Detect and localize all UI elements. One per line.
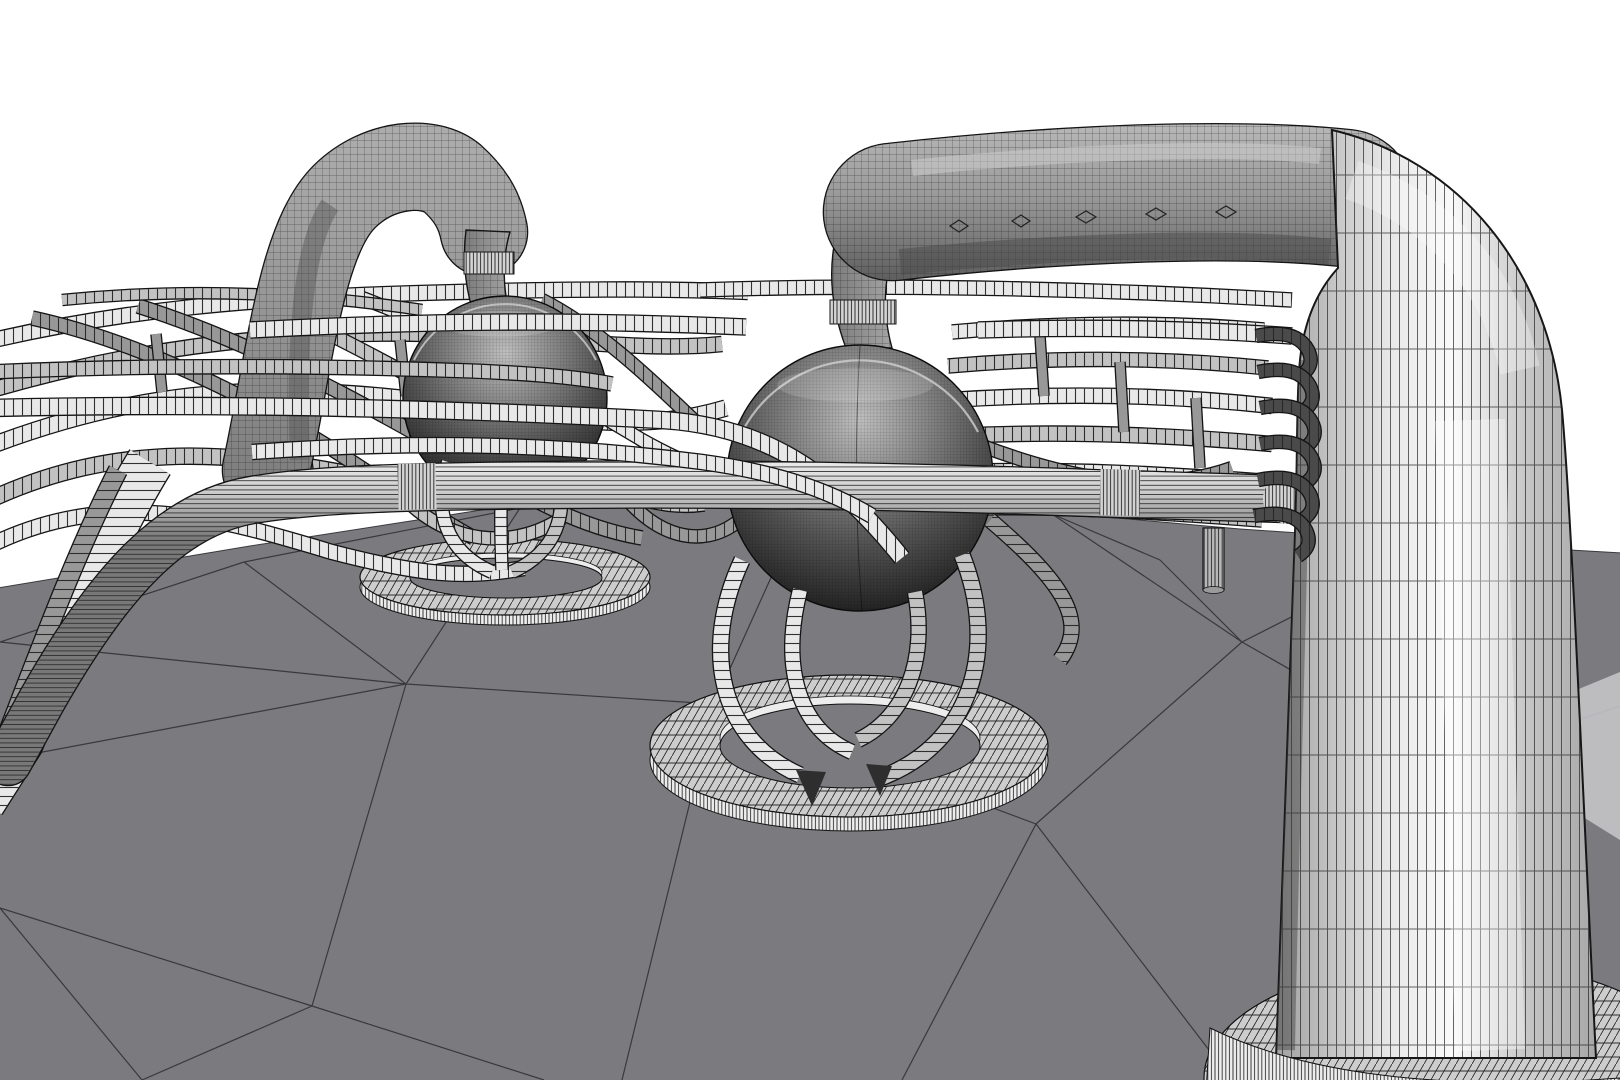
lattice-brace-layer [1191, 397, 1205, 469]
big-pipe-top-tube-layer [824, 124, 1413, 280]
small-vertical-pipe [1202, 527, 1225, 594]
pipe-collar-layer [1099, 469, 1141, 516]
sphere-highlight [777, 368, 933, 402]
lattice-brace [1190, 397, 1206, 469]
big-pipe-top-tube [822, 122, 1415, 282]
arch-neck-collar-hatch [464, 252, 514, 274]
front-rail [977, 319, 1293, 345]
render-viewport [0, 0, 1620, 1080]
front-rail [249, 313, 747, 339]
pipe-collar [1099, 469, 1141, 516]
lattice-brace-layer [1035, 335, 1049, 397]
wireframe-render [0, 0, 1620, 1080]
lattice-brace-layer [1115, 361, 1129, 433]
mini-pipe-hatch [1203, 528, 1224, 590]
lattice-brace [1034, 335, 1050, 397]
lattice-brace [1114, 361, 1130, 433]
front-rail-layer [977, 320, 1293, 344]
pipe-collar [397, 463, 437, 510]
lattice-beam [947, 351, 1269, 376]
pipe-collar-layer [397, 463, 437, 510]
front-rail-layer [249, 314, 747, 338]
lattice-beam [954, 425, 1273, 453]
neck-collar-hatch [830, 300, 896, 324]
big-pipe-underside-shade [898, 232, 1332, 275]
mini-pipe-base [1202, 586, 1225, 594]
